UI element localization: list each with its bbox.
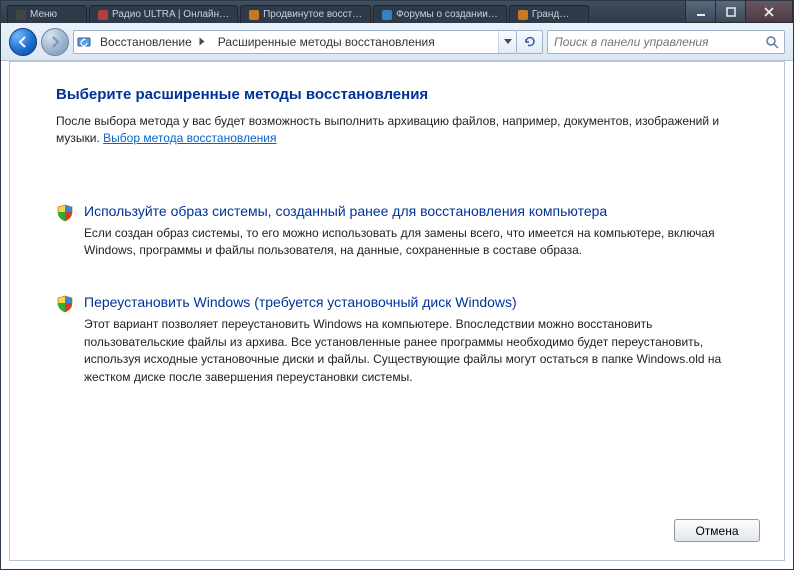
- explorer-window: Меню Радио ULTRA | Онлайн… Продвинутое в…: [0, 0, 794, 570]
- titlebar: Меню Радио ULTRA | Онлайн… Продвинутое в…: [1, 1, 793, 23]
- button-row: Отмена: [674, 519, 760, 542]
- option-description: Этот вариант позволяет переустановить Wi…: [84, 316, 730, 386]
- forward-button[interactable]: [41, 28, 69, 56]
- tab-0[interactable]: Меню: [7, 5, 87, 23]
- tab-label: Радио ULTRA | Онлайн…: [112, 7, 229, 23]
- favicon-icon: [16, 10, 26, 20]
- search-button[interactable]: [760, 35, 784, 49]
- navigation-toolbar: Восстановление Расширенные методы восста…: [1, 23, 793, 61]
- favicon-icon: [518, 10, 528, 20]
- option-system-image[interactable]: Используйте образ системы, созданный ран…: [56, 202, 738, 260]
- breadcrumb-segment-1[interactable]: Расширенные методы восстановления: [212, 31, 441, 53]
- minimize-icon: [696, 7, 706, 17]
- option-title: Используйте образ системы, созданный ран…: [84, 202, 730, 221]
- breadcrumb-label: Расширенные методы восстановления: [218, 35, 435, 49]
- tab-2[interactable]: Продвинутое восст…: [240, 5, 371, 23]
- content-pane: Выберите расширенные методы восстановлен…: [9, 61, 785, 561]
- option-reinstall-windows[interactable]: Переустановить Windows (требуется устано…: [56, 293, 738, 385]
- back-button[interactable]: [9, 28, 37, 56]
- breadcrumb-dropdown[interactable]: [498, 31, 516, 53]
- maximize-button[interactable]: [715, 1, 745, 23]
- tab-1[interactable]: Радио ULTRA | Онлайн…: [89, 5, 238, 23]
- tab-4[interactable]: Гранд…: [509, 5, 589, 23]
- recovery-options: Используйте образ системы, созданный ран…: [56, 202, 738, 386]
- chevron-down-icon: [504, 39, 512, 44]
- search-box[interactable]: [547, 30, 785, 54]
- intro-text: После выбора метода у вас будет возможно…: [56, 113, 738, 148]
- tab-label: Гранд…: [532, 7, 569, 23]
- minimize-button[interactable]: [685, 1, 715, 23]
- close-button[interactable]: [745, 1, 793, 23]
- option-description: Если создан образ системы, то его можно …: [84, 225, 730, 260]
- arrow-right-icon: [48, 35, 62, 49]
- browser-tabs: Меню Радио ULTRA | Онлайн… Продвинутое в…: [1, 1, 685, 23]
- uac-shield-icon: [56, 204, 74, 260]
- intro-link[interactable]: Выбор метода восстановления: [103, 131, 276, 145]
- refresh-button[interactable]: [517, 30, 543, 54]
- option-title: Переустановить Windows (требуется устано…: [84, 293, 730, 312]
- search-icon: [765, 35, 779, 49]
- tab-label: Меню: [30, 7, 57, 23]
- breadcrumb-segment-0[interactable]: Восстановление: [94, 31, 212, 53]
- recovery-icon: [74, 35, 94, 49]
- uac-shield-icon: [56, 295, 74, 385]
- refresh-icon: [523, 35, 537, 49]
- favicon-icon: [98, 10, 108, 20]
- favicon-icon: [249, 10, 259, 20]
- page-title: Выберите расширенные методы восстановлен…: [56, 86, 738, 103]
- close-icon: [763, 7, 775, 17]
- arrow-left-icon: [16, 35, 30, 49]
- window-controls: [685, 1, 793, 23]
- cancel-button[interactable]: Отмена: [674, 519, 760, 542]
- favicon-icon: [382, 10, 392, 20]
- tab-label: Форумы о создании…: [396, 7, 498, 23]
- breadcrumb-bar[interactable]: Восстановление Расширенные методы восста…: [73, 30, 517, 54]
- chevron-right-icon: [199, 38, 204, 46]
- maximize-icon: [726, 7, 736, 17]
- search-input[interactable]: [548, 35, 760, 49]
- breadcrumb-label: Восстановление: [100, 35, 192, 49]
- tab-3[interactable]: Форумы о создании…: [373, 5, 507, 23]
- tab-label: Продвинутое восст…: [263, 7, 362, 23]
